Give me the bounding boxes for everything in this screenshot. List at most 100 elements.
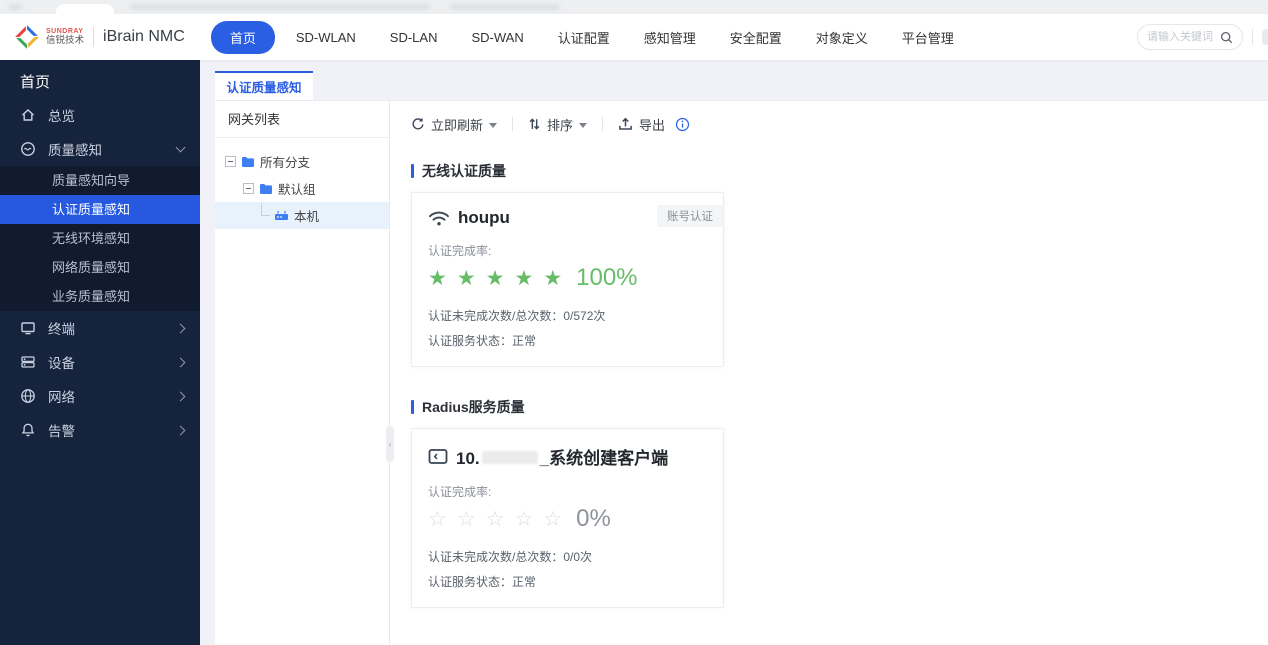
toolbar-divider bbox=[512, 117, 514, 131]
folder-icon bbox=[260, 183, 272, 194]
collapse-minus-icon[interactable] bbox=[225, 156, 236, 167]
collapse-minus-icon[interactable] bbox=[243, 183, 254, 194]
star-icon: ★ bbox=[485, 266, 505, 290]
browser-tab-remnant bbox=[56, 4, 114, 14]
nav-sense-mgmt[interactable]: 感知管理 bbox=[627, 22, 713, 53]
sidebar-item-overview[interactable]: 总览 bbox=[0, 98, 200, 132]
gateway-device-icon bbox=[275, 211, 288, 220]
sidebar-item-device[interactable]: 设备 bbox=[0, 345, 200, 379]
star-icon: ☆ bbox=[543, 507, 563, 531]
star-icon: ★ bbox=[456, 266, 476, 290]
nav-object-def[interactable]: 对象定义 bbox=[799, 22, 885, 53]
star-icon: ☆ bbox=[485, 507, 505, 531]
gateway-list-panel: 网关列表 所有分支 默认组 本机 bbox=[215, 101, 390, 645]
product-name: iBrain NMC bbox=[103, 28, 185, 45]
header-right bbox=[1137, 24, 1268, 50]
caret-down-icon bbox=[579, 122, 588, 128]
sidebar-item-label: 总览 bbox=[48, 109, 75, 124]
sidebar-item-label: 网络 bbox=[48, 390, 75, 405]
submenu-auth-quality[interactable]: 认证质量感知 bbox=[0, 195, 200, 224]
auth-stats: 认证未完成次数/总次数：0/572次 bbox=[428, 309, 606, 323]
tree-node-local-device[interactable]: 本机 bbox=[215, 202, 389, 229]
user-menu-partial[interactable] bbox=[1262, 29, 1268, 45]
search-icon[interactable] bbox=[1220, 31, 1233, 44]
submenu-quality-wizard[interactable]: 质量感知向导 bbox=[0, 166, 200, 195]
browser-smudge bbox=[8, 4, 22, 10]
search-input[interactable] bbox=[1147, 31, 1215, 43]
panel-collapse-handle[interactable]: ‹ bbox=[386, 426, 394, 462]
sidebar-item-network[interactable]: 网络 bbox=[0, 379, 200, 413]
star-icon: ☆ bbox=[514, 507, 534, 531]
refresh-label: 立即刷新 bbox=[431, 117, 484, 133]
nav-home[interactable]: 首页 bbox=[210, 20, 275, 54]
submenu-network-quality[interactable]: 网络质量感知 bbox=[0, 253, 200, 282]
tree-node-all-branches[interactable]: 所有分支 bbox=[215, 148, 389, 175]
nav-security-config[interactable]: 安全配置 bbox=[713, 22, 799, 53]
tab-auth-quality[interactable]: 认证质量感知 bbox=[215, 71, 313, 100]
gateway-tree: 所有分支 默认组 本机 bbox=[215, 138, 389, 229]
section-title-text: 无线认证质量 bbox=[422, 163, 506, 179]
browser-smudge bbox=[450, 4, 560, 10]
star-icon: ☆ bbox=[456, 507, 476, 531]
nav-sd-wan[interactable]: SD-WAN bbox=[454, 24, 540, 51]
sidebar-title: 首页 bbox=[20, 74, 51, 91]
toolbar: 立即刷新 排序 导出 bbox=[390, 101, 1268, 147]
sidebar-item-quality-sense[interactable]: 质量感知 bbox=[0, 132, 200, 166]
ssid-quality-card[interactable]: houpu 账号认证 认证完成率: ★ ★ ★ ★ ★ 100% 认证未完成次数… bbox=[411, 192, 724, 367]
radius-client-card[interactable]: 10. _系统创建客户端 认证完成率: ☆ ☆ ☆ ☆ ☆ 0% 认证未完成次数/… bbox=[411, 428, 724, 608]
nav-sd-lan[interactable]: SD-LAN bbox=[373, 24, 455, 51]
submenu-service-quality[interactable]: 业务质量感知 bbox=[0, 282, 200, 311]
chevron-right-icon bbox=[175, 323, 186, 333]
client-monitor-icon bbox=[428, 448, 448, 464]
top-nav: 首页 SD-WLAN SD-LAN SD-WAN 认证配置 感知管理 安全配置 … bbox=[210, 20, 971, 54]
auth-service-status: 认证服务状态：正常 bbox=[428, 334, 537, 348]
star-rating: ★ ★ ★ ★ ★ 100% bbox=[428, 264, 707, 292]
section-radius-quality: Radius服务质量 bbox=[411, 397, 1268, 417]
home-icon bbox=[22, 109, 34, 121]
submenu-wireless-env[interactable]: 无线环境感知 bbox=[0, 224, 200, 253]
rate-label: 认证完成率: bbox=[428, 244, 492, 258]
export-label: 导出 bbox=[639, 117, 666, 133]
toolbar-divider bbox=[602, 117, 604, 131]
chevron-right-icon bbox=[175, 357, 186, 367]
tree-node-default-group[interactable]: 默认组 bbox=[215, 175, 389, 202]
tree-node-label: 默认组 bbox=[278, 183, 316, 197]
brand-separator bbox=[93, 27, 95, 47]
gateway-list-title: 网关列表 bbox=[215, 101, 389, 138]
section-title-text: Radius服务质量 bbox=[422, 399, 525, 415]
main-panel: 网关列表 所有分支 默认组 本机 ‹ 立即刷新 排序 导出 无线认证质量 hou… bbox=[215, 100, 1268, 645]
nav-sd-wlan[interactable]: SD-WLAN bbox=[279, 24, 373, 51]
export-button[interactable]: 导出 bbox=[618, 115, 665, 134]
nav-platform-mgmt[interactable]: 平台管理 bbox=[885, 22, 971, 53]
refresh-button[interactable]: 立即刷新 bbox=[411, 115, 498, 134]
card-header: 10. _系统创建客户端 bbox=[428, 444, 707, 469]
ssid-name: houpu bbox=[458, 208, 510, 227]
nav-auth-config[interactable]: 认证配置 bbox=[541, 22, 627, 53]
auth-type-badge: 账号认证 bbox=[657, 205, 723, 227]
sidebar-item-label: 告警 bbox=[48, 424, 75, 439]
star-rating: ☆ ☆ ☆ ☆ ☆ 0% bbox=[428, 505, 707, 533]
sidebar-item-terminal[interactable]: 终端 bbox=[0, 311, 200, 345]
sidebar-item-label: 终端 bbox=[48, 322, 75, 337]
header-divider bbox=[1252, 29, 1253, 45]
search-box[interactable] bbox=[1137, 24, 1243, 50]
sort-label: 排序 bbox=[547, 117, 574, 133]
redacted-text bbox=[481, 451, 538, 464]
globe-icon bbox=[21, 389, 35, 403]
export-icon bbox=[619, 117, 632, 130]
section-wireless-auth-quality: 无线认证质量 bbox=[411, 161, 1268, 181]
completion-rate: 100% bbox=[576, 264, 638, 291]
sidebar-item-label: 设备 bbox=[48, 356, 75, 371]
info-icon[interactable] bbox=[675, 117, 690, 132]
sort-button[interactable]: 排序 bbox=[528, 115, 588, 134]
tree-connector bbox=[261, 203, 270, 216]
detail-panel: 立即刷新 排序 导出 无线认证质量 houpu 账号认证 认证完成率: ★ ★ … bbox=[390, 101, 1268, 608]
auth-service-status: 认证服务状态：正常 bbox=[428, 575, 537, 589]
terminal-icon bbox=[21, 322, 35, 335]
refresh-icon bbox=[412, 118, 424, 130]
client-name-prefix: 10. bbox=[456, 449, 480, 468]
sidebar-item-alarm[interactable]: 告警 bbox=[0, 413, 200, 447]
sundray-logo-icon bbox=[15, 25, 39, 49]
brand: SUNDRAY 信锐技术 iBrain NMC bbox=[14, 24, 185, 50]
wifi-icon bbox=[429, 211, 449, 225]
